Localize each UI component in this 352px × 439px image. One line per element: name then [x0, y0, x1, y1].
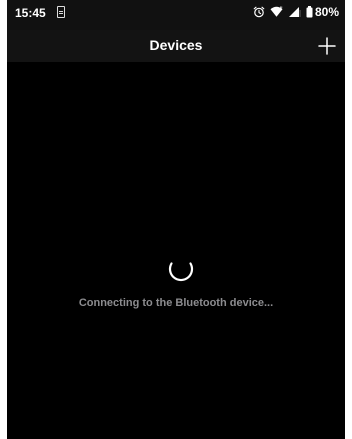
main-content: Connecting to the Bluetooth device...: [7, 62, 345, 439]
alarm-icon: [253, 6, 265, 18]
top-app-bar: Devices: [7, 30, 345, 62]
loading-spinner-icon: [166, 254, 196, 284]
status-bar: 15:45 80%: [7, 0, 345, 30]
plus-icon: [318, 37, 336, 55]
battery-status: 80%: [306, 5, 339, 19]
app-screen: 15:45 80% Devices Connecting to the Blue…: [7, 0, 345, 439]
connection-status-message: Connecting to the Bluetooth device...: [78, 297, 274, 309]
sim-card-icon: [57, 6, 65, 18]
wifi-icon: [270, 6, 283, 18]
add-device-button[interactable]: [315, 34, 339, 58]
status-indicators: 80%: [253, 5, 339, 19]
page-title: Devices: [149, 37, 203, 53]
battery-percentage: 80%: [314, 5, 339, 19]
status-time: 15:45: [15, 6, 46, 20]
cellular-signal-icon: [288, 6, 301, 18]
battery-icon: [306, 6, 313, 18]
